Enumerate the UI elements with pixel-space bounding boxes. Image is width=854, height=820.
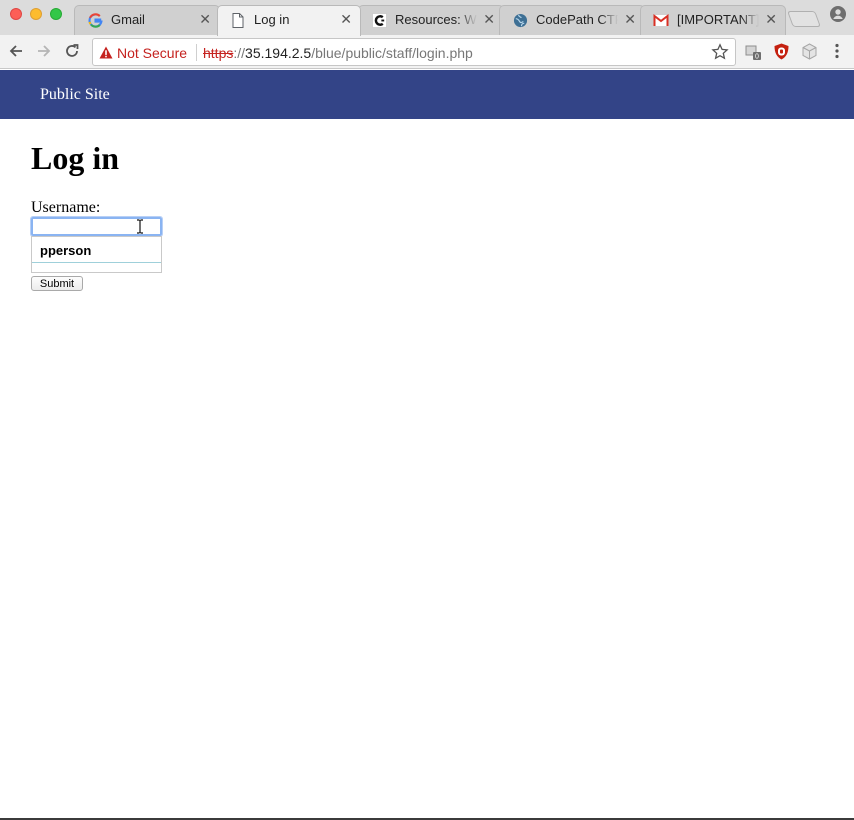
bookmark-star-icon[interactable] [711, 43, 729, 61]
back-icon[interactable] [6, 41, 26, 61]
tab-strip: Gmail ✕ Log in ✕ Resources: Web ✕ [0, 0, 854, 36]
not-secure-label[interactable]: Not Secure [117, 45, 187, 61]
public-site-link[interactable]: Public Site [40, 86, 110, 104]
address-bar[interactable]: Not Secure https://35.194.2.5/blue/publi… [92, 38, 736, 66]
url-scheme: https [203, 45, 234, 61]
tab-title: CodePath CTF [536, 12, 618, 27]
tab-log-in[interactable]: Log in ✕ [217, 5, 361, 36]
new-tab-button[interactable] [787, 11, 821, 27]
tab-gmail[interactable]: Gmail ✕ [74, 5, 220, 35]
close-tab-icon[interactable]: ✕ [340, 11, 352, 28]
site-header: Public Site [0, 70, 854, 119]
text-cursor-icon [136, 219, 144, 234]
tab-title: Log in [254, 12, 290, 27]
username-label: Username: [31, 199, 101, 216]
extension-puzzle-icon[interactable]: 0 [744, 42, 762, 60]
tab-important[interactable]: [IMPORTANT] C ✕ [640, 5, 786, 35]
autocomplete-item[interactable]: pperson [32, 237, 161, 263]
tab-title: Resources: Web [395, 12, 477, 27]
submit-button[interactable]: Submit [31, 276, 83, 291]
close-window-button[interactable] [10, 8, 22, 20]
url-separator: :// [233, 45, 246, 61]
globe-icon [512, 12, 528, 28]
autocomplete-dropdown: pperson [31, 236, 162, 273]
tab-codepath-ctf[interactable]: CodePath CTF ✕ [499, 5, 645, 35]
url-host: 35.194.2.5 [245, 45, 312, 61]
menu-kebab-icon[interactable] [828, 42, 846, 60]
profile-icon[interactable] [830, 6, 846, 22]
gmail-icon [653, 12, 669, 28]
page-title: Log in [31, 140, 120, 176]
cube-extension-icon[interactable] [800, 42, 818, 60]
ublock-icon[interactable] [772, 42, 790, 60]
close-tab-icon[interactable]: ✕ [624, 11, 636, 28]
tab-resources[interactable]: Resources: Web ✕ [358, 5, 504, 35]
google-icon [87, 12, 103, 28]
extension-badge: 0 [755, 54, 759, 61]
url-text[interactable]: https://35.194.2.5/blue/public/staff/log… [203, 45, 473, 61]
warning-icon[interactable] [99, 46, 113, 59]
tab-title: Gmail [111, 12, 145, 27]
close-tab-icon[interactable]: ✕ [765, 11, 777, 28]
divider [196, 44, 197, 61]
page-icon [230, 12, 246, 28]
minimize-window-button[interactable] [30, 8, 42, 20]
tab-title: [IMPORTANT] C [677, 12, 759, 27]
browser-toolbar: Not Secure https://35.194.2.5/blue/publi… [0, 35, 854, 69]
forward-icon[interactable] [34, 41, 54, 61]
url-path: /blue/public/staff/login.php [311, 45, 473, 61]
reload-icon[interactable] [62, 41, 82, 61]
close-tab-icon[interactable]: ✕ [483, 11, 495, 28]
close-tab-icon[interactable]: ✕ [199, 11, 211, 28]
codepath-icon [371, 12, 387, 28]
zoom-window-button[interactable] [50, 8, 62, 20]
